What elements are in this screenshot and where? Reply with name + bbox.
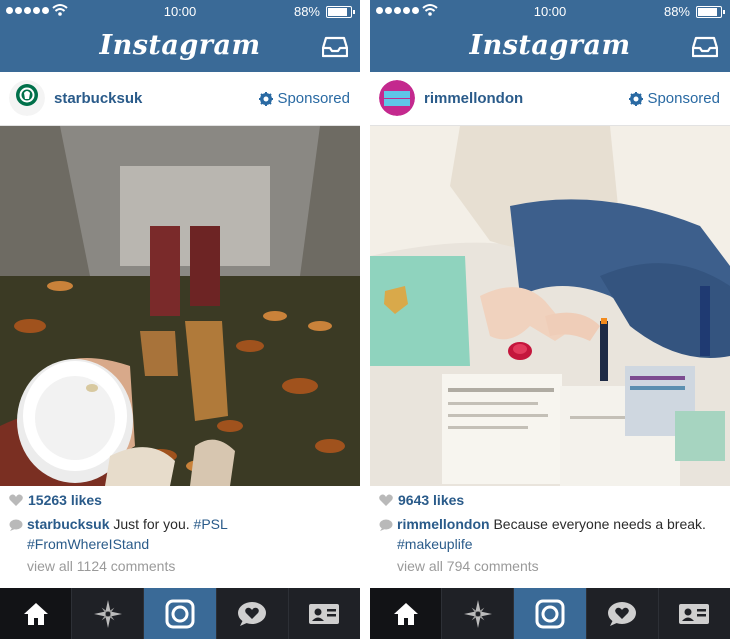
caption-username[interactable]: starbucksuk — [27, 516, 109, 532]
tab-activity[interactable] — [217, 588, 289, 639]
explore-icon — [463, 599, 492, 628]
post-photo[interactable] — [370, 126, 730, 486]
tab-activity[interactable] — [587, 588, 659, 639]
likes-count: 9643 likes — [398, 492, 465, 508]
study-desk-photo — [370, 126, 730, 486]
tab-camera[interactable] — [144, 588, 217, 639]
heart-icon — [9, 494, 23, 506]
post-header: starbucksuk Sponsored — [0, 72, 360, 126]
home-icon — [23, 602, 48, 625]
status-bar: 10:00 88% — [0, 0, 360, 22]
instagram-logo: Instagram — [469, 30, 631, 61]
comment-bubble-icon — [379, 519, 393, 531]
home-icon — [393, 602, 418, 625]
sponsored-text: Sponsored — [277, 90, 350, 107]
tab-explore[interactable] — [72, 588, 145, 639]
tab-profile[interactable] — [659, 588, 730, 639]
post-header: rimmellondon Sponsored — [370, 72, 730, 126]
explore-icon — [93, 599, 122, 628]
avatar[interactable] — [9, 80, 45, 116]
avatar[interactable] — [379, 80, 415, 116]
nav-bar: Instagram — [370, 22, 730, 72]
sponsored-text: Sponsored — [647, 90, 720, 107]
phone-screen-left: 10:00 88% Instagram starbucksuk Sponsore… — [0, 0, 360, 639]
inbox-icon[interactable] — [322, 35, 348, 59]
hashtag[interactable]: #PSL — [194, 516, 228, 532]
inbox-icon[interactable] — [692, 35, 718, 59]
tab-home[interactable] — [370, 588, 443, 639]
profile-icon — [679, 603, 710, 624]
caption-username[interactable]: rimmellondon — [397, 516, 490, 532]
sponsored-badge-icon — [259, 91, 274, 106]
tab-camera[interactable] — [514, 588, 587, 639]
battery-icon — [696, 6, 725, 18]
post-username[interactable]: rimmellondon — [424, 90, 523, 107]
likes-row[interactable]: 9643 likes — [379, 492, 464, 508]
post-meta: 9643 likes rimmellondon Because everyone… — [370, 486, 730, 588]
starbucks-logo-icon — [9, 80, 45, 116]
activity-icon — [238, 601, 267, 626]
comment-bubble-icon — [9, 519, 23, 531]
caption-text: Just for you. — [109, 516, 194, 532]
view-comments-link[interactable]: view all 794 comments — [397, 558, 539, 574]
tab-bar — [0, 588, 360, 639]
battery-icon — [326, 6, 355, 18]
battery-percent: 88% — [293, 4, 320, 19]
sponsored-badge-icon — [629, 91, 644, 106]
view-comments-link[interactable]: view all 1124 comments — [27, 558, 175, 574]
heart-icon — [379, 494, 393, 506]
tab-profile[interactable] — [289, 588, 360, 639]
post-photo[interactable] — [0, 126, 360, 486]
activity-icon — [608, 601, 637, 626]
post-meta: 15263 likes starbucksuk Just for you. #P… — [0, 486, 360, 588]
post-caption: starbucksuk Just for you. #PSL #FromWhere… — [27, 514, 349, 554]
tab-bar — [370, 588, 730, 639]
rimmel-logo-icon — [379, 80, 415, 116]
sponsored-label[interactable]: Sponsored — [629, 90, 720, 107]
post-username[interactable]: starbucksuk — [54, 90, 142, 107]
sponsored-label[interactable]: Sponsored — [259, 90, 350, 107]
camera-icon — [535, 599, 565, 628]
likes-count: 15263 likes — [28, 492, 102, 508]
status-bar: 10:00 88% — [370, 0, 730, 22]
caption-text: Because everyone needs a break. — [489, 516, 706, 532]
profile-icon — [309, 603, 340, 624]
battery-percent: 88% — [663, 4, 690, 19]
nav-bar: Instagram — [0, 22, 360, 72]
autumn-coffee-photo — [0, 126, 360, 486]
post-caption: rimmellondon Because everyone needs a br… — [397, 514, 719, 554]
hashtag[interactable]: #FromWhereIStand — [27, 536, 149, 552]
camera-icon — [165, 599, 195, 628]
likes-row[interactable]: 15263 likes — [9, 492, 102, 508]
hashtag[interactable]: #makeuplife — [397, 536, 473, 552]
tab-explore[interactable] — [442, 588, 515, 639]
tab-home[interactable] — [0, 588, 73, 639]
phone-screen-right: 10:00 88% Instagram rimmellondon Sponsor… — [370, 0, 730, 639]
instagram-logo: Instagram — [99, 30, 261, 61]
